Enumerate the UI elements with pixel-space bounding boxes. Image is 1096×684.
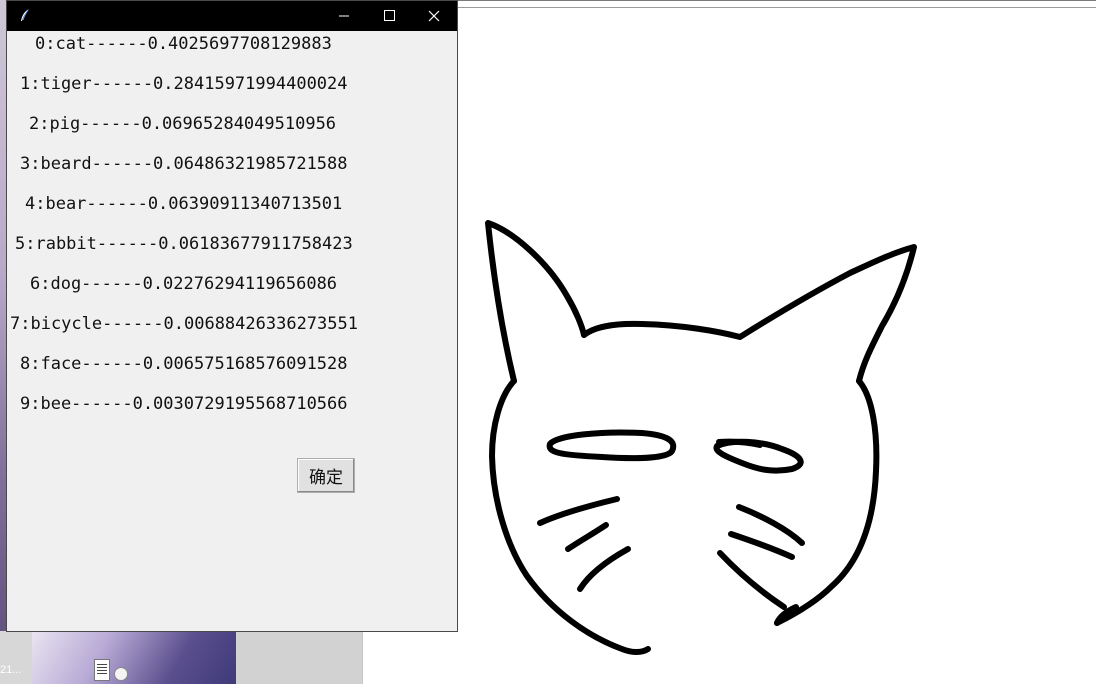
screen: 21... 0:cat------0.4025697708129883 1:ti… [0,0,1096,684]
feather-icon [21,9,29,21]
desktop-background: 21... [0,631,362,684]
drawing-canvas-window[interactable] [362,0,1096,684]
prediction-line-9: 9:bee------0.0030729195568710566 [20,394,348,414]
desktop-panel [236,631,362,684]
drawing-stroke-head-left-lower [489,378,651,655]
cat-drawing[interactable] [362,1,1096,684]
drawing-stroke-whisker-left-2 [565,522,609,552]
drawing-stroke-left-eye [546,429,677,462]
prediction-window: 0:cat------0.4025697708129883 1:tiger---… [6,0,458,632]
drawing-stroke-whisker-left-1 [537,496,620,526]
drawing-stroke-right-eye-inner [716,438,763,448]
prediction-line-8: 8:face------0.006575168576091528 [20,354,348,374]
drawing-stroke-whisker-left-3 [577,546,631,592]
close-icon [428,10,440,22]
drawing-stroke-head-top [581,244,917,384]
prediction-line-3: 3:beard------0.06486321985721588 [20,154,348,174]
prediction-line-2: 2:pig------0.06965284049510956 [29,114,337,134]
prediction-line-4: 4:bear------0.06390911340713501 [25,194,343,214]
close-button[interactable] [411,1,457,31]
prediction-line-0: 0:cat------0.4025697708129883 [35,34,332,54]
prediction-line-1: 1:tiger------0.28415971994400024 [20,74,348,94]
document-icon[interactable] [94,659,110,681]
drawing-stroke-whisker-right-2 [728,531,795,560]
prediction-line-7: 7:bicycle------0.00688426336273551 [10,314,358,334]
title-bar[interactable] [7,1,457,31]
ok-button[interactable]: 确定 [297,458,355,493]
drawing-stroke-head-left [485,220,587,384]
prediction-line-6: 6:dog------0.02276294119656086 [30,274,338,294]
taskbar-label: 21... [0,664,22,676]
minimize-icon [339,15,349,17]
maximize-button[interactable] [366,1,412,31]
drawing-stroke-whisker-right-3 [717,550,787,610]
maximize-icon [384,10,395,21]
drawing-stroke-head-right [774,378,880,626]
minimize-button[interactable] [321,1,367,31]
desktop-wallpaper [32,631,236,684]
prediction-line-5: 5:rabbit------0.06183677911758423 [15,234,353,254]
clock-icon[interactable] [114,667,128,681]
